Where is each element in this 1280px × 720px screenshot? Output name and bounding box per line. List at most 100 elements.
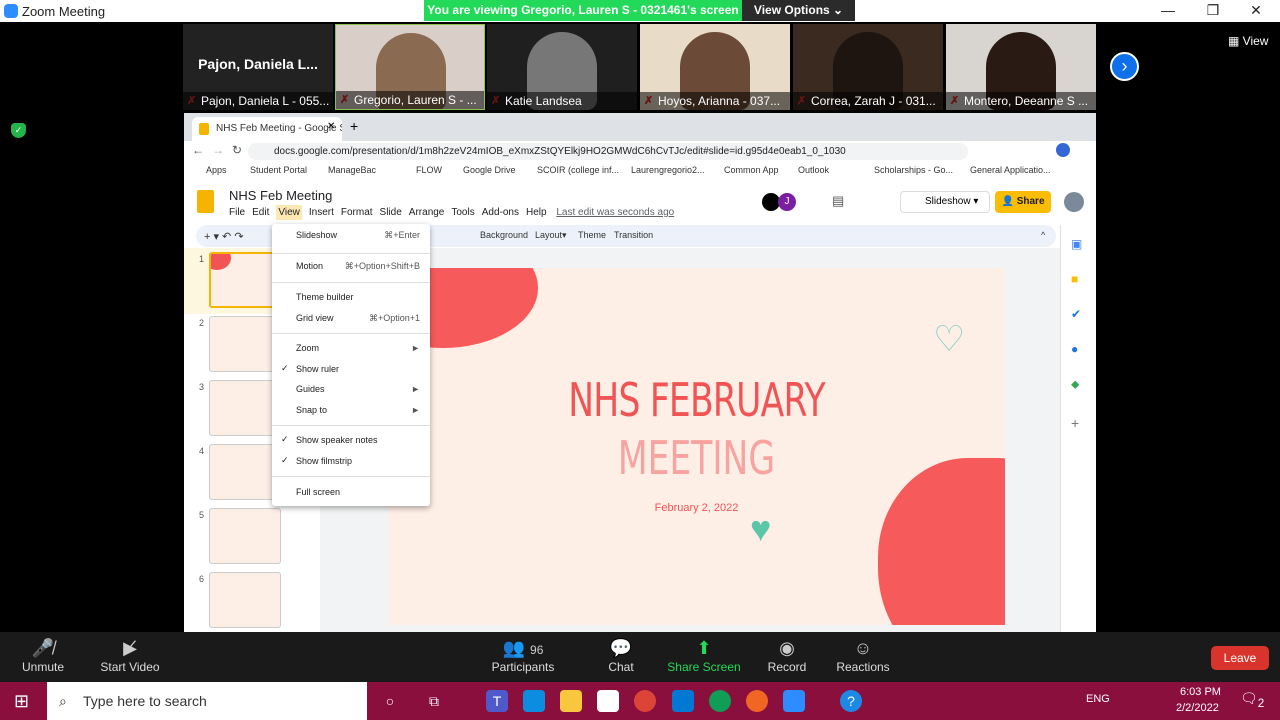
participant-tile[interactable]: ✗Correa, Zarah J - 031... xyxy=(793,24,943,110)
bookmark[interactable]: FLOW xyxy=(416,165,442,175)
leave-button[interactable]: Leave xyxy=(1211,646,1269,670)
participants-button[interactable]: 👥 96 Participants xyxy=(478,638,568,674)
unmute-button[interactable]: 🎤̸ Unmute xyxy=(0,638,88,674)
new-slide-icon[interactable]: + ▾ ↶ ↷ xyxy=(204,230,244,243)
menu-item-full-screen[interactable]: Full screen xyxy=(272,483,430,501)
participant-tile[interactable]: ✗Hoyos, Arianna - 037... xyxy=(640,24,790,110)
menu-format[interactable]: Format xyxy=(341,207,373,218)
teams-icon[interactable]: T xyxy=(486,690,508,712)
bookmark[interactable]: SCOIR (college inf... xyxy=(537,165,619,175)
chrome-icon[interactable] xyxy=(634,690,656,712)
bookmark[interactable]: Laurengregorio2... xyxy=(631,165,705,175)
menu-item-show-ruler[interactable]: ✓ Show ruler xyxy=(272,360,430,378)
menu-item-snap-to[interactable]: Snap to ► xyxy=(272,401,430,419)
reload-icon[interactable]: ↻ xyxy=(232,143,242,157)
menu-addons[interactable]: Add-ons xyxy=(482,207,519,218)
share-screen-button[interactable]: ⬆ Share Screen xyxy=(659,638,749,674)
menu-item-theme-builder[interactable]: Theme builder xyxy=(272,288,430,306)
keep-icon[interactable]: ■ xyxy=(1071,272,1078,286)
store-icon[interactable] xyxy=(597,690,619,712)
slide-thumbnail[interactable] xyxy=(209,572,281,628)
bookmark[interactable]: ManageBac xyxy=(328,165,376,175)
bookmark[interactable]: Outlook xyxy=(798,165,829,175)
edge-icon[interactable] xyxy=(523,690,545,712)
chat-button[interactable]: 💬 Chat xyxy=(576,638,666,674)
file-explorer-icon[interactable] xyxy=(560,690,582,712)
clock-time[interactable]: 6:03 PM xyxy=(1180,686,1221,698)
menu-item-motion[interactable]: Motion ⌘+Option+Shift+B xyxy=(272,257,430,275)
windows-start-icon[interactable]: ⊞ xyxy=(14,691,29,712)
background-button[interactable]: Background xyxy=(480,230,528,240)
new-tab-icon[interactable]: + xyxy=(350,118,358,134)
profile-avatar[interactable] xyxy=(1056,143,1070,157)
participant-tile[interactable]: ✗Montero, Deeanne S ... xyxy=(946,24,1096,110)
language-indicator[interactable]: ENG xyxy=(1086,693,1110,705)
menu-insert[interactable]: Insert xyxy=(309,207,334,218)
notifications-icon[interactable]: 🗨2 xyxy=(1240,690,1264,710)
add-addon-icon[interactable]: + xyxy=(1071,415,1079,431)
mail-icon[interactable] xyxy=(672,690,694,712)
bookmark[interactable]: Apps xyxy=(206,165,227,175)
collaborator-avatar[interactable]: J xyxy=(778,193,796,211)
menu-item-show-filmstrip[interactable]: ✓ Show filmstrip xyxy=(272,452,430,470)
menu-arrange[interactable]: Arrange xyxy=(409,207,445,218)
user-avatar[interactable] xyxy=(1064,192,1084,212)
slide-thumbnail[interactable] xyxy=(209,380,281,436)
chrome-icon[interactable] xyxy=(709,690,731,712)
participant-tile[interactable]: ✗Gregorio, Lauren S - ... xyxy=(335,24,485,110)
security-shield-icon[interactable]: ✓ xyxy=(11,123,26,138)
slide-thumbnail[interactable] xyxy=(209,252,281,308)
zoom-taskbar-icon[interactable] xyxy=(783,690,805,712)
slideshow-button[interactable]: Slideshow ▾ xyxy=(900,191,990,213)
slides-logo-icon[interactable] xyxy=(197,190,214,213)
collapse-icon[interactable]: ^ xyxy=(1041,230,1045,240)
help-icon[interactable]: ? xyxy=(840,690,862,712)
maps-icon[interactable]: ⬥ xyxy=(1071,377,1079,392)
menu-item-slideshow[interactable]: Slideshow ⌘+Enter xyxy=(272,226,430,244)
bookmark[interactable]: Google Drive xyxy=(463,165,516,175)
taskbar-search-input[interactable]: ⌕ Type here to search xyxy=(47,682,367,720)
menu-item-guides[interactable]: Guides ► xyxy=(272,380,430,398)
comments-icon[interactable]: ▤ xyxy=(832,193,844,209)
menu-help[interactable]: Help xyxy=(526,207,547,218)
participant-tile[interactable]: Pajon, Daniela L... ✗Pajon, Daniela L - … xyxy=(183,24,333,110)
url-input[interactable]: docs.google.com/presentation/d/1m8h2zeV2… xyxy=(248,143,968,160)
contacts-icon[interactable]: ● xyxy=(1071,342,1078,356)
share-button[interactable]: 👤 Share xyxy=(995,191,1051,213)
forward-icon[interactable]: → xyxy=(212,143,224,157)
task-view-icon[interactable]: ⧉ xyxy=(423,690,445,712)
menu-item-zoom[interactable]: Zoom ► xyxy=(272,339,430,357)
minimize-icon[interactable]: — xyxy=(1158,2,1178,18)
cortana-icon[interactable]: ○ xyxy=(379,690,401,712)
doc-title[interactable]: NHS Feb Meeting xyxy=(229,188,332,203)
slide-thumbnail[interactable] xyxy=(209,316,281,372)
slide-thumbnail[interactable] xyxy=(209,444,281,500)
clock-date[interactable]: 2/2/2022 xyxy=(1176,702,1219,714)
layout-button[interactable]: Layout▾ xyxy=(535,230,567,241)
tab-close-icon[interactable]: ✕ xyxy=(327,121,335,132)
slide-canvas[interactable]: ♡ ♥ NHS FEBRUARY MEETING February 2, 202… xyxy=(388,268,1005,625)
bookmark[interactable]: Common App xyxy=(724,165,779,175)
maximize-icon[interactable]: ❐ xyxy=(1203,2,1223,19)
view-options-button[interactable]: View Options ⌄ xyxy=(742,0,855,21)
menu-item-grid-view[interactable]: Grid view ⌘+Option+1 xyxy=(272,309,430,327)
calendar-icon[interactable]: ▣ xyxy=(1071,237,1082,251)
menu-slide[interactable]: Slide xyxy=(380,207,402,218)
back-icon[interactable]: ← xyxy=(192,143,204,157)
menu-edit[interactable]: Edit xyxy=(252,207,269,218)
view-button[interactable]: ▦ View xyxy=(1228,34,1268,48)
bookmark[interactable]: Scholarships - Go... xyxy=(874,165,953,175)
reactions-button[interactable]: ☺ Reactions xyxy=(818,638,908,674)
app-icon[interactable] xyxy=(746,690,768,712)
menu-view[interactable]: View xyxy=(276,205,302,220)
menu-tools[interactable]: Tools xyxy=(451,207,474,218)
theme-button[interactable]: Theme xyxy=(578,230,606,240)
participant-tile[interactable]: ✗Katie Landsea xyxy=(487,24,637,110)
slide-thumbnail[interactable] xyxy=(209,508,281,564)
next-page-button[interactable]: › xyxy=(1110,52,1139,81)
menu-file[interactable]: File xyxy=(229,207,245,218)
last-edit-link[interactable]: Last edit was seconds ago xyxy=(556,207,674,218)
start-video-button[interactable]: ▶̸ Start Video xyxy=(85,638,175,674)
bookmark[interactable]: Student Portal xyxy=(250,165,307,175)
transition-button[interactable]: Transition xyxy=(614,230,653,240)
